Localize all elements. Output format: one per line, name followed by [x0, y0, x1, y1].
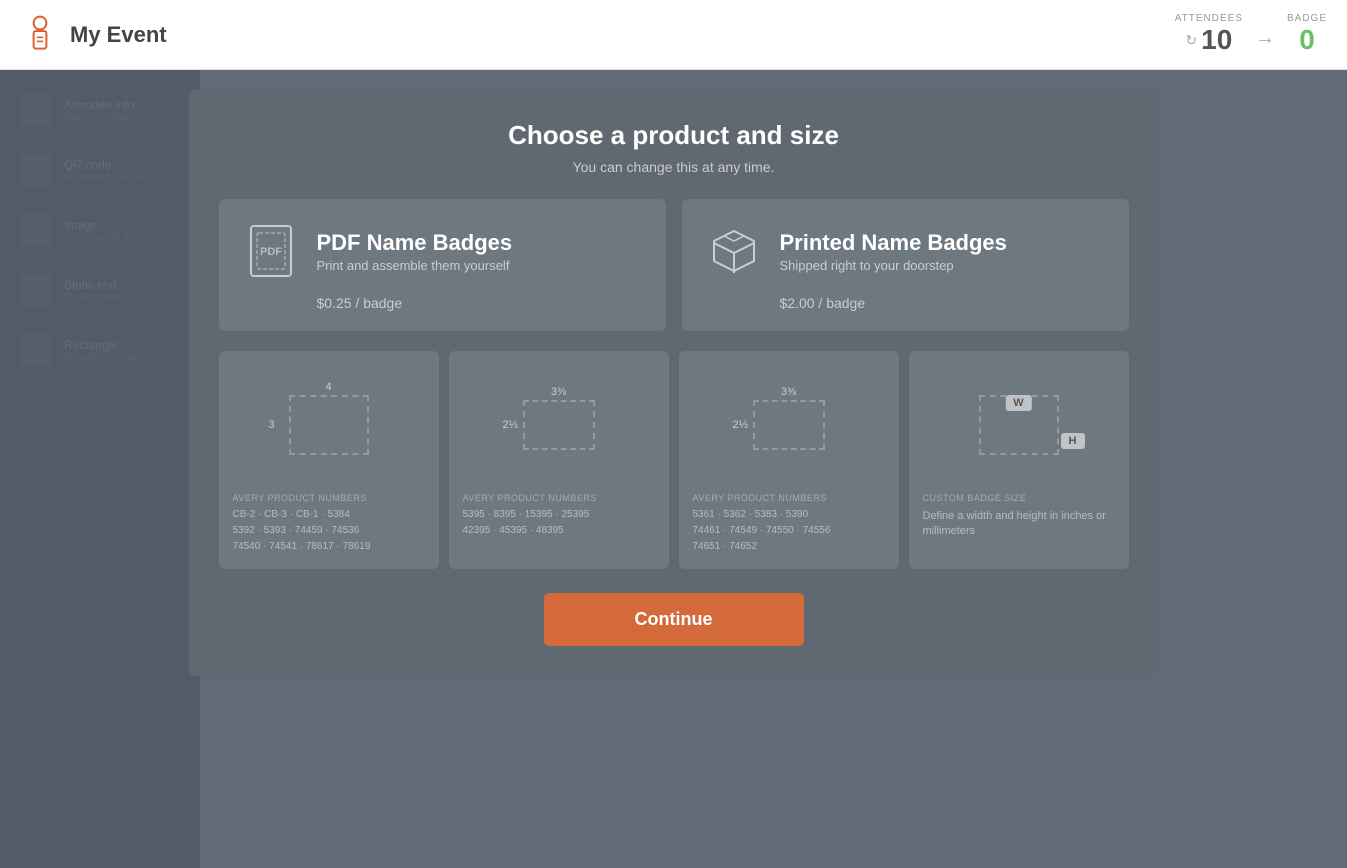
size-info-3x2-a: AVERY PRODUCT NUMBERS 5395 · 8395 · 1539… [463, 493, 655, 539]
product-cards-container: PDF PDF Name Badges Print and assemble t… [219, 199, 1129, 331]
size-preview-3x2-b: 3⅜ 2⅓ [693, 365, 885, 485]
size-dim-left-4x3: 3 [269, 419, 275, 431]
size-card-3x2-b[interactable]: 3⅜ 2⅓ AVERY PRODUCT NUMBERS 5361 · 5362 … [679, 351, 899, 569]
app-title: My Event [70, 22, 167, 48]
size-info-numbers-3x2-b: 5361 · 5362 · 5383 · 539074461 · 74549 ·… [693, 507, 885, 555]
product-size-modal: Choose a product and size You can change… [189, 90, 1159, 676]
size-preview-4x3: 4 3 [233, 365, 425, 485]
refresh-icon: ↻ [1185, 32, 1197, 49]
size-card-custom[interactable]: W H CUSTOM BADGE SIZE Define a width and… [909, 351, 1129, 569]
modal-overlay: Choose a product and size You can change… [0, 70, 1347, 868]
size-info-custom: CUSTOM BADGE SIZE Define a width and hei… [923, 493, 1115, 540]
printed-card-desc: Shipped right to your doorstep [780, 258, 1007, 273]
size-dim-left-3x2-b: 2⅓ [733, 419, 748, 431]
size-preview-custom: W H [923, 365, 1115, 485]
logo-icon [20, 15, 60, 55]
size-info-label-4x3: AVERY PRODUCT NUMBERS [233, 493, 425, 503]
printed-card-price: $2.00 / badge [704, 295, 1107, 311]
size-dashed-box-4x3: 4 3 [289, 395, 369, 455]
pdf-badge-icon: PDF [241, 221, 301, 281]
pdf-card-price: $0.25 / badge [241, 295, 644, 311]
size-cards-container: 4 3 AVERY PRODUCT NUMBERS CB-2 · CB-3 · … [219, 351, 1129, 569]
badge-label: BADGE [1287, 13, 1327, 24]
size-dim-top-4x3: 4 [325, 381, 331, 393]
size-info-label-custom: CUSTOM BADGE SIZE [923, 493, 1115, 503]
size-dashed-box-custom: W H [979, 395, 1059, 455]
custom-w-label: W [1005, 395, 1031, 411]
size-dashed-box-3x2-a: 3⅜ 2⅓ [523, 400, 595, 450]
size-dim-left-3x2-a: 2⅓ [503, 419, 518, 431]
product-card-pdf[interactable]: PDF PDF Name Badges Print and assemble t… [219, 199, 666, 331]
attendees-label: ATTENDEES [1175, 13, 1243, 24]
pdf-card-desc: Print and assemble them yourself [317, 258, 513, 273]
badge-stat: BADGE 0 [1287, 13, 1327, 56]
size-info-numbers-3x2-a: 5395 · 8395 · 15395 · 2539542395 · 45395… [463, 507, 655, 539]
pdf-card-name: PDF Name Badges [317, 230, 513, 256]
header-stats: ATTENDEES ↻ 10 → BADGE 0 [1175, 13, 1327, 56]
size-card-4x3[interactable]: 4 3 AVERY PRODUCT NUMBERS CB-2 · CB-3 · … [219, 351, 439, 569]
printed-card-name: Printed Name Badges [780, 230, 1007, 256]
attendees-stat: ATTENDEES ↻ 10 [1175, 13, 1243, 56]
custom-h-label: H [1061, 433, 1085, 449]
size-dim-top-3x2-a: 3⅜ [551, 386, 566, 398]
arrow-icon: → [1255, 27, 1275, 50]
size-info-label-3x2-b: AVERY PRODUCT NUMBERS [693, 493, 885, 503]
size-info-4x3: AVERY PRODUCT NUMBERS CB-2 · CB-3 · CB-1… [233, 493, 425, 555]
size-card-3x2-a[interactable]: 3⅜ 2⅓ AVERY PRODUCT NUMBERS 5395 · 8395 … [449, 351, 669, 569]
header: My Event ATTENDEES ↻ 10 → BADGE 0 [0, 0, 1347, 70]
continue-button[interactable]: Continue [544, 593, 804, 646]
modal-title: Choose a product and size [219, 120, 1129, 151]
printed-badge-icon [704, 221, 764, 281]
badge-value: 0 [1299, 24, 1315, 56]
attendees-value: 10 [1201, 24, 1232, 56]
size-dim-top-3x2-b: 3⅜ [781, 386, 796, 398]
svg-text:PDF: PDF [260, 246, 282, 258]
logo-area: My Event [20, 15, 167, 55]
size-info-numbers-4x3: CB-2 · CB-3 · CB-1 · 53845392 · 5393 · 7… [233, 507, 425, 555]
size-info-3x2-b: AVERY PRODUCT NUMBERS 5361 · 5362 · 5383… [693, 493, 885, 555]
modal-subtitle: You can change this at any time. [219, 159, 1129, 175]
size-dashed-box-3x2-b: 3⅜ 2⅓ [753, 400, 825, 450]
size-info-label-3x2-a: AVERY PRODUCT NUMBERS [463, 493, 655, 503]
size-info-numbers-custom: Define a width and height in inches or m… [923, 509, 1115, 540]
product-card-printed[interactable]: Printed Name Badges Shipped right to you… [682, 199, 1129, 331]
size-preview-3x2-a: 3⅜ 2⅓ [463, 365, 655, 485]
